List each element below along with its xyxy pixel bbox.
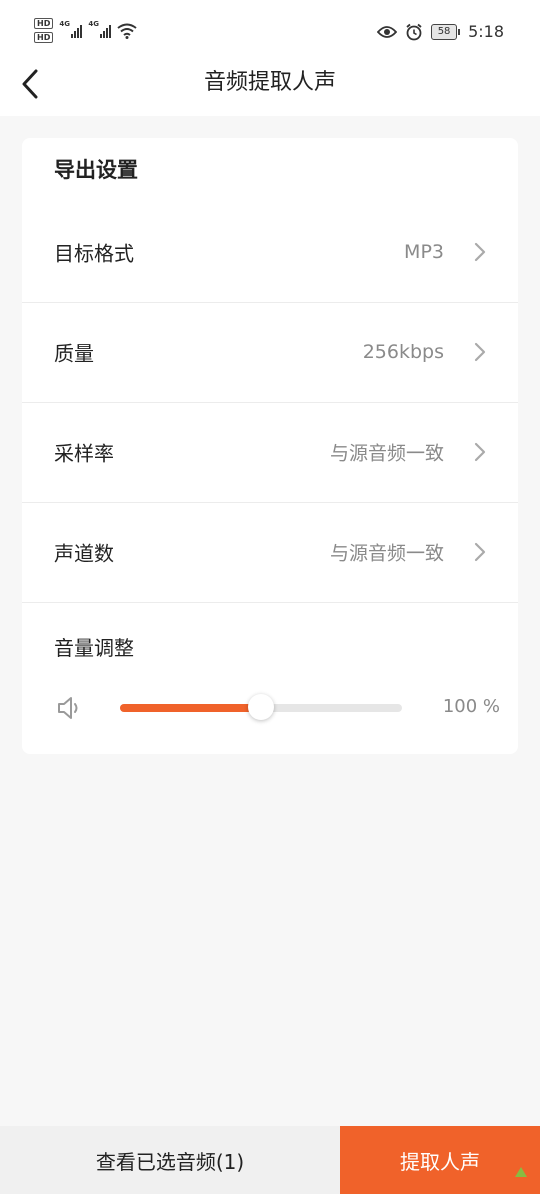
signal-icon-sim2: 4G xyxy=(88,20,112,38)
setting-label: 声道数 xyxy=(54,541,114,566)
watermark-logo-icon xyxy=(514,1166,528,1178)
network-type-1: 4G xyxy=(59,19,70,28)
page-title: 音频提取人声 xyxy=(203,70,336,95)
setting-value: MP3 xyxy=(404,241,444,263)
view-selected-audio-button[interactable]: 查看已选音频(1) xyxy=(0,1126,340,1194)
wifi-icon xyxy=(117,23,137,39)
setting-row-sample-rate[interactable]: 采样率 与源音频一致 xyxy=(22,402,518,503)
signal-icon-sim1: 4G xyxy=(59,20,83,38)
volume-label: 音量调整 xyxy=(54,636,134,660)
clock: 5:18 xyxy=(468,22,504,41)
status-bar-left: HD HD 4G 4G xyxy=(34,18,137,43)
hd-indicators: HD HD xyxy=(34,18,54,43)
battery-level: 58 xyxy=(431,23,458,40)
status-bar-right: 58 5:18 xyxy=(377,22,504,41)
speaker-icon xyxy=(58,697,78,719)
volume-slider[interactable] xyxy=(120,694,402,720)
bottom-action-bar: 查看已选音频(1) 提取人声 xyxy=(0,1126,540,1194)
chevron-right-icon xyxy=(470,442,490,462)
export-settings-card: 导出设置 目标格式 MP3 质量 256kbps 采样率 与源音频一致 声道数 … xyxy=(22,138,518,754)
alarm-icon xyxy=(406,23,422,40)
setting-row-quality[interactable]: 质量 256kbps xyxy=(22,302,518,403)
hd-badge-1: HD xyxy=(34,18,54,29)
setting-label: 质量 xyxy=(54,341,94,366)
setting-label: 采样率 xyxy=(54,441,114,466)
volume-slider-fill xyxy=(120,704,261,712)
battery-icon: 58 xyxy=(431,23,461,40)
section-title: 导出设置 xyxy=(54,158,138,182)
setting-value: 与源音频一致 xyxy=(329,442,444,465)
eye-icon xyxy=(377,25,398,38)
navigation-bar: 音频提取人声 xyxy=(0,66,540,116)
setting-label: 目标格式 xyxy=(54,241,134,266)
hd-badge-2: HD xyxy=(34,32,54,43)
extract-vocals-label: 提取人声 xyxy=(400,1149,480,1174)
setting-row-channels[interactable]: 声道数 与源音频一致 xyxy=(22,502,518,603)
status-bar: HD HD 4G 4G 58 5:18 xyxy=(0,0,540,66)
setting-value: 256kbps xyxy=(362,341,444,363)
setting-value: 与源音频一致 xyxy=(329,542,444,565)
volume-slider-thumb[interactable] xyxy=(248,694,274,720)
chevron-right-icon xyxy=(470,242,490,262)
setting-row-format[interactable]: 目标格式 MP3 xyxy=(22,202,518,303)
chevron-right-icon xyxy=(470,342,490,362)
chevron-right-icon xyxy=(470,542,490,562)
network-type-2: 4G xyxy=(88,19,99,28)
volume-value: 100 % xyxy=(442,696,500,717)
extract-vocals-button[interactable]: 提取人声 xyxy=(340,1126,540,1194)
